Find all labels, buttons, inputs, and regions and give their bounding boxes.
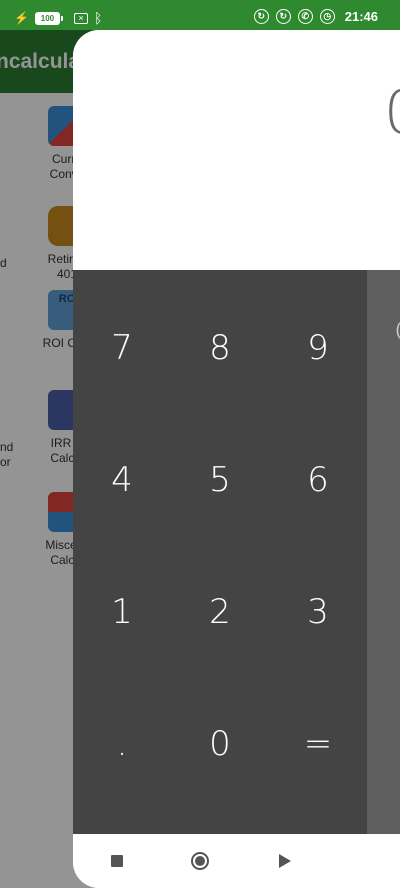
navigation-bar — [73, 834, 400, 888]
panel-edge-glyph: ( — [395, 320, 400, 341]
no-sim-icon: × — [73, 12, 88, 24]
key-2[interactable]: 2 — [171, 546, 269, 678]
key-0[interactable]: 0 — [171, 678, 269, 810]
back-icon — [279, 854, 291, 868]
key-9[interactable]: 9 — [269, 282, 367, 414]
key-6[interactable]: 6 — [269, 414, 367, 546]
key-5[interactable]: 5 — [171, 414, 269, 546]
back-button[interactable] — [272, 848, 298, 874]
display-value: 0 — [384, 78, 400, 148]
key-decimal[interactable]: . — [73, 678, 171, 810]
charging-bolt-icon: ⚡ — [14, 11, 29, 25]
advanced-panel-handle[interactable]: ( — [367, 270, 400, 834]
home-icon — [191, 852, 209, 870]
key-equals[interactable]: = — [269, 678, 367, 810]
calculator-display: 0 — [73, 30, 400, 270]
status-right: ↻ ↻ ✆ ◷ 21:46 — [253, 9, 378, 24]
key-3[interactable]: 3 — [269, 546, 367, 678]
battery-icon: 100 — [34, 11, 63, 25]
keypad: 7 8 9 4 5 6 1 2 3 . 0 = — [73, 270, 367, 834]
whatsapp-icon: ✆ — [297, 9, 313, 24]
recents-icon — [111, 855, 123, 867]
calculator-panel: 0 7 8 9 4 5 6 1 2 3 . 0 = ( — [73, 30, 400, 888]
recents-button[interactable] — [104, 848, 130, 874]
status-time: 21:46 — [344, 9, 378, 24]
battery-level: 100 — [40, 13, 55, 23]
bluetooth-icon: ᛒ — [93, 10, 103, 26]
key-1[interactable]: 1 — [73, 546, 171, 678]
sync-icon: ↻ — [275, 9, 291, 24]
home-button[interactable] — [187, 848, 213, 874]
key-7[interactable]: 7 — [73, 282, 171, 414]
status-left: ⚡ 100 × ᛒ — [14, 9, 102, 27]
alarm-icon: ◷ — [319, 9, 335, 24]
sync-icon: ↻ — [253, 9, 269, 24]
key-8[interactable]: 8 — [171, 282, 269, 414]
key-4[interactable]: 4 — [73, 414, 171, 546]
